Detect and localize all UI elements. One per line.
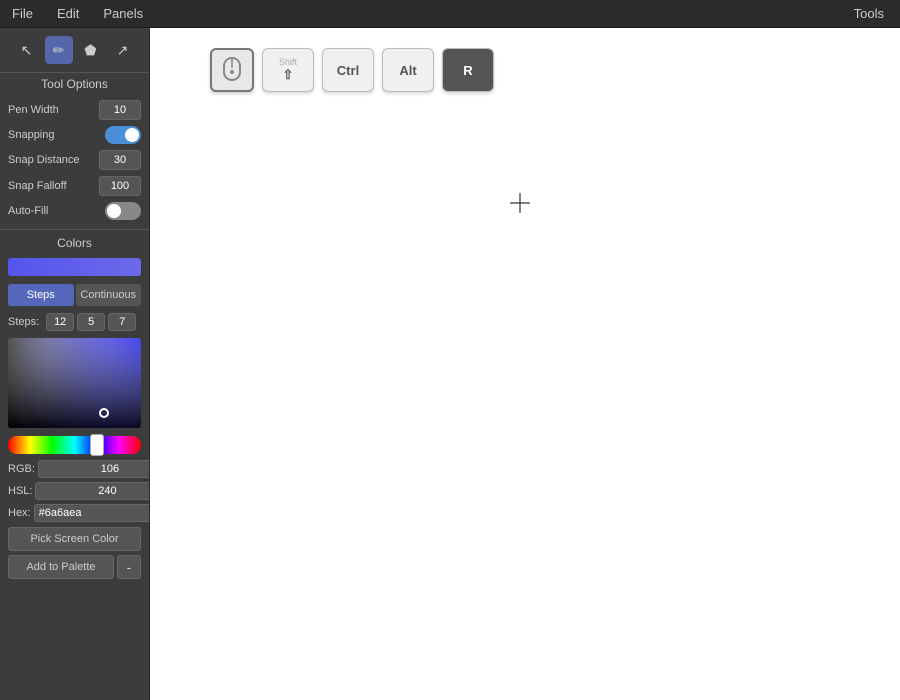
- canvas-area[interactable]: Shift ⇧ Ctrl Alt R: [150, 28, 900, 700]
- step2-input[interactable]: [77, 313, 105, 331]
- steps-row: Steps:: [0, 310, 149, 334]
- color-picker-canvas: [8, 338, 141, 428]
- pen-width-row: Pen Width: [0, 97, 149, 123]
- menu-edit[interactable]: Edit: [53, 4, 83, 23]
- sidebar: ↖ ✏ ⬟ ↗ Tool Options Pen Width Snapping …: [0, 28, 150, 700]
- hue-slider[interactable]: [8, 436, 141, 454]
- add-to-palette-button[interactable]: Add to Palette: [8, 555, 114, 579]
- shape-tool-icon[interactable]: ⬟: [77, 36, 105, 64]
- pen-width-label: Pen Width: [8, 104, 95, 116]
- color-picker-area[interactable]: [8, 338, 141, 428]
- palette-minus-button[interactable]: -: [117, 555, 141, 579]
- steps-label: Steps:: [8, 316, 39, 328]
- alt-key-main-label: Alt: [399, 63, 416, 78]
- hsl-label: HSL:: [8, 485, 32, 497]
- menu-panels[interactable]: Panels: [99, 4, 147, 23]
- auto-fill-row: Auto-Fill: [0, 199, 149, 223]
- snap-falloff-row: Snap Falloff: [0, 173, 149, 199]
- crosshair-cursor: [510, 193, 530, 213]
- continuous-mode-button[interactable]: Continuous: [76, 284, 142, 306]
- mode-buttons: Steps Continuous: [8, 284, 141, 306]
- step1-input[interactable]: [46, 313, 74, 331]
- step3-input[interactable]: [108, 313, 136, 331]
- hex-row: Hex:: [0, 502, 149, 524]
- snap-distance-input[interactable]: [99, 150, 141, 170]
- auto-fill-label: Auto-Fill: [8, 205, 101, 217]
- snap-distance-label: Snap Distance: [8, 154, 95, 166]
- rgb-label: RGB:: [8, 463, 35, 475]
- auto-fill-toggle[interactable]: [105, 202, 141, 220]
- hex-input[interactable]: [34, 504, 150, 522]
- tools-label: Tools: [854, 6, 884, 21]
- snap-falloff-label: Snap Falloff: [8, 180, 95, 192]
- hex-label: Hex:: [8, 507, 31, 519]
- menu-bar: File Edit Panels Tools: [0, 0, 900, 28]
- snapping-toggle[interactable]: [105, 126, 141, 144]
- color-bar: [8, 258, 141, 276]
- menu-file[interactable]: File: [8, 4, 37, 23]
- ctrl-key-main-label: Ctrl: [337, 63, 359, 78]
- main-layout: ↖ ✏ ⬟ ↗ Tool Options Pen Width Snapping …: [0, 28, 900, 700]
- tool-options-title: Tool Options: [0, 72, 149, 97]
- hue-knob: [90, 434, 104, 456]
- pen-width-input[interactable]: [99, 100, 141, 120]
- key-indicators: Shift ⇧ Ctrl Alt R: [210, 48, 494, 92]
- hsl-row: HSL:: [0, 480, 149, 502]
- snapping-knob: [125, 128, 139, 142]
- shift-key-box: Shift ⇧: [262, 48, 314, 92]
- mouse-key-box: [210, 48, 254, 92]
- snapping-row: Snapping: [0, 123, 149, 147]
- snap-falloff-input[interactable]: [99, 176, 141, 196]
- shift-key-main-label: ⇧: [283, 67, 294, 83]
- mouse-icon: [221, 56, 243, 84]
- r-key-box: R: [442, 48, 494, 92]
- r-key-main-label: R: [463, 63, 472, 78]
- ctrl-key-box: Ctrl: [322, 48, 374, 92]
- select-tool-icon[interactable]: ↖: [13, 36, 41, 64]
- add-palette-row: Add to Palette -: [8, 555, 141, 579]
- colors-title: Colors: [0, 229, 149, 254]
- steps-mode-button[interactable]: Steps: [8, 284, 74, 306]
- snap-distance-row: Snap Distance: [0, 147, 149, 173]
- pen-tool-icon[interactable]: ✏: [45, 36, 73, 64]
- tool-icons: ↖ ✏ ⬟ ↗: [0, 28, 149, 72]
- snapping-label: Snapping: [8, 129, 101, 141]
- auto-fill-knob: [107, 204, 121, 218]
- rgb-r-input[interactable]: [38, 460, 150, 478]
- rgb-row: RGB:: [0, 458, 149, 480]
- alt-key-box: Alt: [382, 48, 434, 92]
- path-tool-icon[interactable]: ↗: [109, 36, 137, 64]
- pick-screen-color-button[interactable]: Pick Screen Color: [8, 527, 141, 551]
- hsl-h-input[interactable]: [35, 482, 150, 500]
- shift-key-top-label: Shift: [279, 57, 297, 67]
